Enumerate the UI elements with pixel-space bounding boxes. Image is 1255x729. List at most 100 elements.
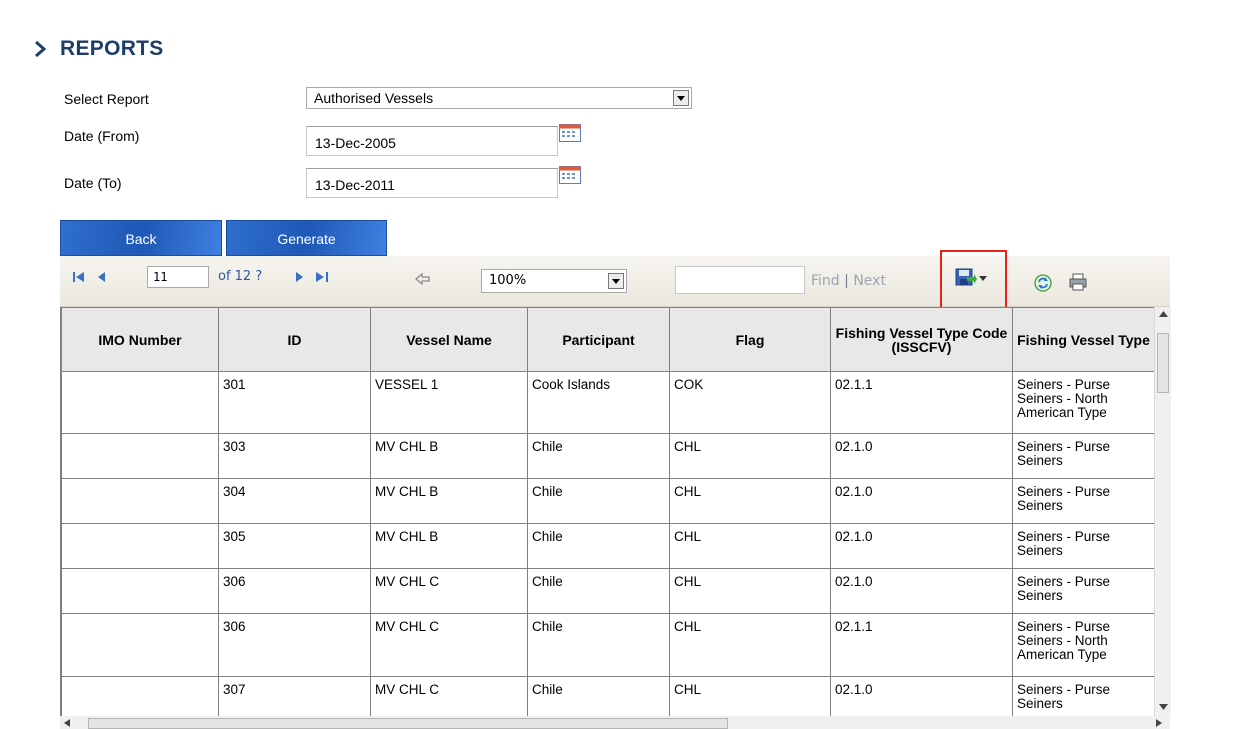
date-to-value: 13-Dec-2011 — [315, 177, 395, 193]
column-header[interactable]: IMO Number — [61, 307, 219, 372]
participant-cell: Chile — [527, 433, 670, 479]
participant-cell: Cook Islands — [527, 371, 670, 434]
date-from-field[interactable]: 13-Dec-2005 — [306, 126, 558, 156]
participant-cell: Chile — [527, 478, 670, 524]
column-header[interactable]: Fishing Vessel Type Code (ISSCFV) — [830, 307, 1013, 372]
find-input[interactable] — [675, 266, 805, 294]
chevron-right-icon — [35, 40, 47, 58]
type-code-cell: 02.1.0 — [830, 523, 1013, 569]
vessel-name-cell: VESSEL 1 — [370, 371, 528, 434]
calendar-icon[interactable] — [559, 166, 581, 184]
vessel-type-cell: Seiners - Purse Seiners - North American… — [1012, 371, 1155, 434]
participant-cell: Chile — [527, 568, 670, 614]
table-row: 305 MV CHL B Chile CHL 02.1.0 Seiners - … — [61, 523, 1155, 569]
imo-cell — [61, 433, 219, 479]
dropdown-arrow-icon[interactable] — [673, 90, 689, 106]
print-icon[interactable] — [1068, 272, 1088, 292]
imo-cell — [61, 613, 219, 677]
scroll-up-icon[interactable] — [1159, 311, 1168, 317]
table-row: 301 VESSEL 1 Cook Islands COK 02.1.1 Sei… — [61, 371, 1155, 434]
type-code-cell: 02.1.0 — [830, 568, 1013, 614]
current-page-input[interactable]: 11 — [147, 266, 209, 288]
vessel-name-cell: MV CHL B — [370, 433, 528, 479]
flag-cell: CHL — [669, 478, 831, 524]
next-link[interactable]: Next — [853, 273, 886, 289]
flag-cell: CHL — [669, 568, 831, 614]
table-row: 303 MV CHL B Chile CHL 02.1.0 Seiners - … — [61, 433, 1155, 479]
column-header[interactable]: Flag — [669, 307, 831, 372]
id-cell: 303 — [218, 433, 371, 479]
page-title: REPORTS — [60, 37, 164, 60]
imo-cell — [61, 676, 219, 716]
zoom-value: 100% — [489, 273, 527, 288]
dropdown-arrow-icon[interactable] — [608, 273, 624, 289]
flag-cell: COK — [669, 371, 831, 434]
id-cell: 306 — [218, 568, 371, 614]
table-row: 307 MV CHL C Chile CHL 02.1.0 Seiners - … — [61, 676, 1155, 716]
find-link[interactable]: Find — [811, 273, 840, 289]
horizontal-scroll-thumb[interactable] — [88, 718, 728, 729]
date-from-label: Date (From) — [64, 128, 140, 144]
vessel-name-cell: MV CHL C — [370, 613, 528, 677]
next-page-icon[interactable] — [293, 270, 307, 284]
id-cell: 307 — [218, 676, 371, 716]
generate-button[interactable]: Generate — [226, 220, 387, 256]
table-row: 306 MV CHL C Chile CHL 02.1.0 Seiners - … — [61, 568, 1155, 614]
participant-cell: Chile — [527, 676, 670, 716]
flag-cell: CHL — [669, 676, 831, 716]
flag-cell: CHL — [669, 523, 831, 569]
vessel-name-cell: MV CHL B — [370, 523, 528, 569]
report-toolbar: 11 of 12 ? 100% Find | Next — [60, 250, 1170, 309]
find-separator: | — [844, 273, 849, 289]
vessel-type-cell: Seiners - Purse Seiners — [1012, 478, 1155, 524]
type-code-cell: 02.1.0 — [830, 676, 1013, 716]
back-to-parent-icon[interactable] — [415, 272, 431, 286]
table-row: 306 MV CHL C Chile CHL 02.1.1 Seiners - … — [61, 613, 1155, 677]
flag-cell: CHL — [669, 613, 831, 677]
vessel-name-cell: MV CHL B — [370, 478, 528, 524]
table-header-row: IMO Number ID Vessel Name Participant Fl… — [61, 307, 1155, 372]
export-highlight — [940, 250, 1007, 309]
scroll-down-icon[interactable] — [1159, 704, 1168, 710]
zoom-select[interactable]: 100% — [481, 269, 627, 293]
vertical-scroll-thumb[interactable] — [1157, 333, 1169, 393]
date-to-label: Date (To) — [64, 175, 122, 191]
table-row: 304 MV CHL B Chile CHL 02.1.0 Seiners - … — [61, 478, 1155, 524]
column-header[interactable]: Vessel Name — [370, 307, 528, 372]
type-code-cell: 02.1.1 — [830, 371, 1013, 434]
report-table: IMO Number ID Vessel Name Participant Fl… — [61, 307, 1155, 716]
select-report-dropdown[interactable]: Authorised Vessels — [306, 87, 692, 109]
first-page-icon[interactable] — [72, 270, 86, 284]
page-header: REPORTS — [30, 34, 164, 64]
horizontal-scrollbar[interactable] — [60, 716, 1170, 729]
report-table-viewport: IMO Number ID Vessel Name Participant Fl… — [60, 307, 1171, 716]
page-total-label: of 12 ? — [218, 269, 263, 284]
vessel-type-cell: Seiners - Purse Seiners — [1012, 433, 1155, 479]
type-code-cell: 02.1.0 — [830, 478, 1013, 524]
find-next-links: Find | Next — [811, 273, 886, 289]
select-report-label: Select Report — [64, 91, 149, 107]
column-header[interactable]: ID — [218, 307, 371, 372]
previous-page-icon[interactable] — [94, 270, 108, 284]
date-from-value: 13-Dec-2005 — [315, 135, 396, 151]
flag-cell: CHL — [669, 433, 831, 479]
imo-cell — [61, 478, 219, 524]
date-to-field[interactable]: 13-Dec-2011 — [306, 168, 558, 198]
scroll-left-icon[interactable] — [64, 719, 70, 727]
vertical-scrollbar[interactable] — [1154, 307, 1171, 716]
participant-cell: Chile — [527, 523, 670, 569]
type-code-cell: 02.1.1 — [830, 613, 1013, 677]
back-button[interactable]: Back — [60, 220, 222, 256]
imo-cell — [61, 371, 219, 434]
participant-cell: Chile — [527, 613, 670, 677]
id-cell: 306 — [218, 613, 371, 677]
imo-cell — [61, 523, 219, 569]
vessel-name-cell: MV CHL C — [370, 568, 528, 614]
scroll-right-icon[interactable] — [1156, 719, 1162, 727]
column-header[interactable]: Fishing Vessel Type — [1012, 307, 1155, 372]
last-page-icon[interactable] — [314, 270, 330, 284]
calendar-icon[interactable] — [559, 124, 581, 142]
id-cell: 304 — [218, 478, 371, 524]
column-header[interactable]: Participant — [527, 307, 670, 372]
refresh-icon[interactable] — [1033, 273, 1053, 293]
